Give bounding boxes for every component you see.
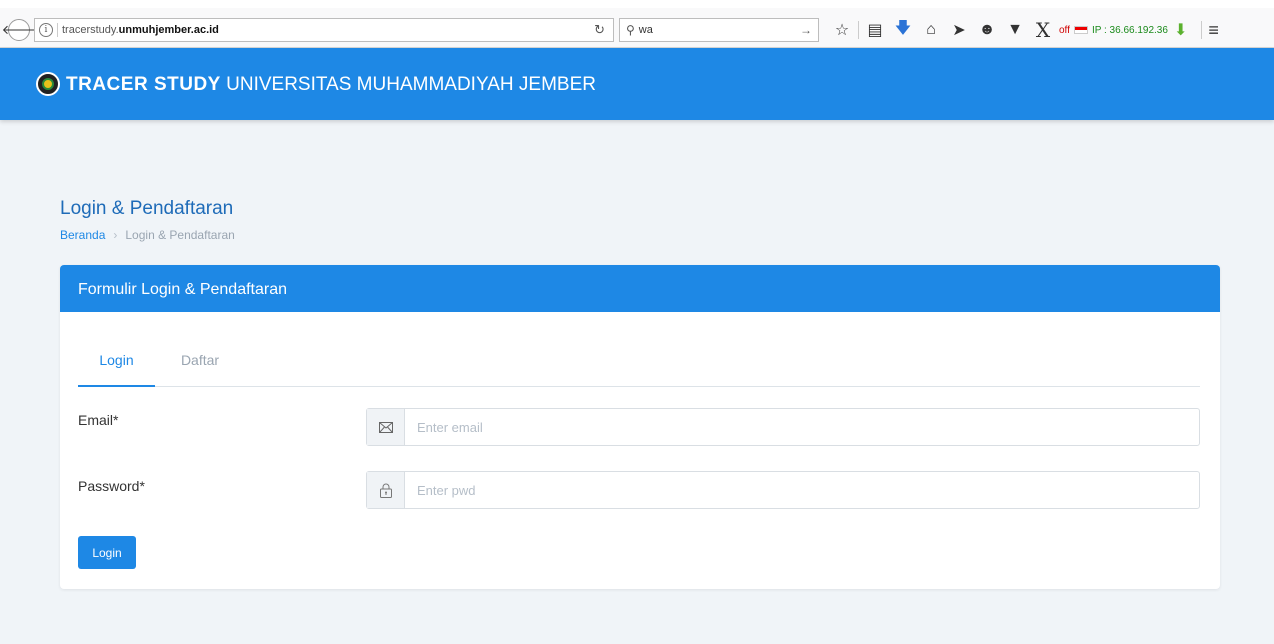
flag-icon [1073, 26, 1088, 34]
status-off-text: off [1059, 24, 1070, 36]
password-label: Password* [78, 478, 145, 494]
card-title: Formulir Login & Pendaftaran [78, 281, 287, 298]
tab-daftar[interactable]: Daftar [170, 347, 230, 387]
search-go-icon[interactable]: → [800, 23, 812, 37]
chat-icon[interactable]: ☻ [973, 21, 1001, 39]
email-addon [367, 409, 405, 445]
search-icon: ⚲ [626, 23, 635, 37]
page-title: Login & Pendaftaran [60, 198, 234, 219]
search-box[interactable]: ⚲ wa → [619, 18, 819, 42]
site-header: TRACER STUDY UNIVERSITAS MUHAMMADIYAH JE… [0, 48, 1274, 120]
email-icon [378, 421, 393, 433]
browser-top-strip [0, 0, 1274, 8]
url-separator [57, 23, 58, 37]
x-icon[interactable]: X [1029, 18, 1057, 42]
breadcrumb-home[interactable]: Beranda [60, 228, 105, 242]
search-value: wa [638, 24, 653, 36]
password-field[interactable] [405, 472, 1199, 508]
site-title-bold: TRACER STUDY [66, 74, 221, 95]
email-input-group [366, 408, 1200, 446]
url-bar[interactable]: i tracerstudy.unmuhjember.ac.id ↻ [34, 18, 614, 42]
password-addon [367, 472, 405, 508]
pocket-icon[interactable]: ▼ [1001, 21, 1029, 39]
send-icon[interactable]: ➤ [945, 20, 973, 40]
breadcrumb: Beranda › Login & Pendaftaran [60, 228, 235, 242]
site-title[interactable]: TRACER STUDY UNIVERSITAS MUHAMMADIYAH JE… [66, 74, 596, 96]
password-input-group [366, 471, 1200, 509]
site-title-rest: UNIVERSITAS MUHAMMADIYAH JEMBER [226, 74, 596, 95]
url-domain: unmuhjember.ac.id [118, 24, 219, 36]
login-button[interactable]: Login [78, 536, 136, 569]
browser-toolbar: 🡐 i tracerstudy.unmuhjember.ac.id ↻ ⚲ wa… [0, 8, 1274, 48]
tab-login[interactable]: Login [78, 347, 155, 387]
toolbar-separator [858, 21, 859, 39]
url-prefix: tracerstudy. [62, 24, 119, 36]
url-text: tracerstudy.unmuhjember.ac.id [62, 24, 219, 36]
lock-icon [379, 483, 392, 498]
ip-text: IP : 36.66.192.36 [1091, 24, 1168, 36]
clipboard-icon[interactable]: ▤ [861, 20, 889, 40]
email-field[interactable] [405, 409, 1199, 445]
download-icon[interactable]: 🡇 [889, 17, 917, 44]
email-label: Email* [78, 412, 119, 428]
toolbar-separator-2 [1201, 21, 1203, 39]
card-header: Formulir Login & Pendaftaran [60, 265, 1220, 312]
toolbar-icons: ☆ ▤ 🡇 ⌂ ➤ ☻ ▼ X off IP : 36.66.192.36 ⬇ … [828, 18, 1219, 42]
tab-bar: Login Daftar [78, 347, 1200, 387]
reload-icon[interactable]: ↻ [594, 22, 605, 38]
logo-emblem [42, 78, 54, 90]
breadcrumb-current: Login & Pendaftaran [125, 228, 235, 242]
breadcrumb-chevron-icon: › [113, 228, 118, 242]
menu-icon[interactable]: ≡ [1208, 20, 1219, 41]
green-arrow-icon[interactable]: ⬇ [1174, 20, 1187, 40]
back-button[interactable]: 🡐 [2, 19, 36, 41]
university-logo[interactable] [36, 72, 60, 96]
login-card: Formulir Login & Pendaftaran Login Dafta… [60, 265, 1220, 589]
bookmark-star-icon[interactable]: ☆ [828, 20, 856, 40]
home-icon[interactable]: ⌂ [917, 21, 945, 39]
back-arrow-icon: 🡐 [1, 22, 37, 37]
info-icon[interactable]: i [39, 23, 53, 37]
